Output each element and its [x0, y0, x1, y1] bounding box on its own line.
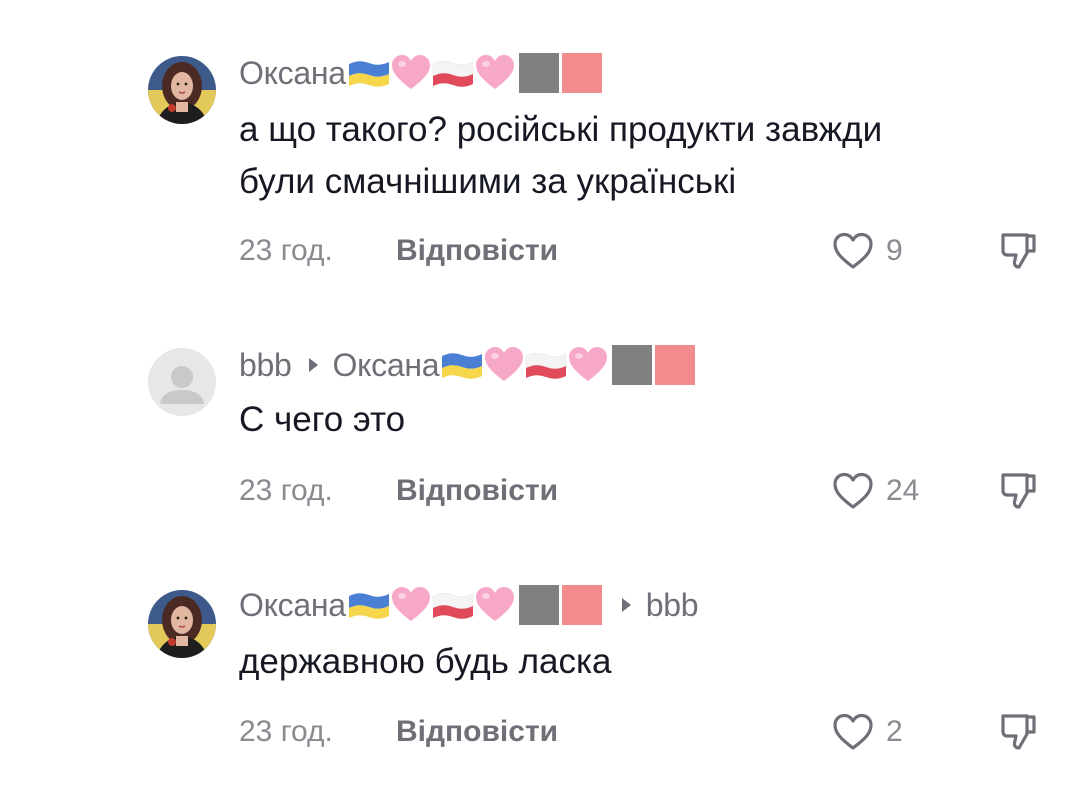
heart-outline-icon: [832, 712, 874, 752]
comment-text-line: а що такого? російські продукти завжди: [239, 110, 883, 149]
avatar[interactable]: [148, 56, 216, 124]
pink-square-icon: [562, 53, 602, 93]
pink-heart-icon: [475, 55, 515, 91]
ukraine-flag-icon: [440, 350, 484, 380]
comment-actions: 23 год. Відповісти 24: [239, 471, 1049, 511]
comment-text: С чего это: [239, 394, 1059, 446]
username[interactable]: Оксана: [239, 55, 346, 92]
default-avatar-icon: [148, 348, 216, 416]
dislike-button[interactable]: [999, 231, 1039, 271]
comment-text: державною будь ласка: [239, 636, 1059, 688]
comment-time: 23 год.: [239, 474, 333, 507]
comment-header: Оксана bbb: [239, 585, 699, 625]
pink-heart-icon: [484, 347, 524, 383]
ukraine-flag-icon: [347, 590, 391, 620]
thumbs-down-outline-icon: [999, 231, 1039, 271]
heart-outline-icon: [832, 471, 874, 511]
avatar[interactable]: [148, 348, 216, 416]
dislike-button[interactable]: [999, 712, 1039, 752]
thumbs-down-outline-icon: [999, 471, 1039, 511]
comment-time: 23 год.: [239, 234, 333, 267]
triangle-right-icon: [621, 598, 631, 612]
ukraine-flag-icon: [347, 58, 391, 88]
reply-button[interactable]: Відповісти: [396, 471, 558, 511]
grey-square-icon: [519, 585, 559, 625]
pink-heart-icon: [475, 587, 515, 623]
like-count: 24: [886, 474, 920, 507]
comment-text-line: державною будь ласка: [239, 642, 612, 681]
dislike-button[interactable]: [999, 471, 1039, 511]
avatar-photo: [148, 590, 216, 658]
username[interactable]: bbb: [239, 347, 292, 384]
grey-square-icon: [519, 53, 559, 93]
pink-heart-icon: [391, 587, 431, 623]
pink-heart-icon: [568, 347, 608, 383]
comment-time: 23 год.: [239, 715, 333, 748]
username-emojis: [347, 53, 602, 93]
like-button[interactable]: 24: [832, 471, 919, 511]
pink-square-icon: [655, 345, 695, 385]
comment-text-line: були смачнішими за українські: [239, 162, 737, 201]
avatar[interactable]: [148, 590, 216, 658]
comment-text-line: С чего это: [239, 400, 406, 439]
like-button[interactable]: 2: [832, 712, 903, 752]
avatar-photo: [148, 56, 216, 124]
comment-header: bbb Оксана: [239, 345, 695, 385]
like-button[interactable]: 9: [832, 231, 903, 271]
triangle-right-icon: [308, 358, 318, 372]
comment-text: а що такого? російські продукти завжди б…: [239, 104, 1059, 208]
reply-to-emojis: [440, 345, 695, 385]
like-count: 2: [886, 715, 903, 748]
reply-to-username[interactable]: bbb: [646, 587, 699, 624]
thumbs-down-outline-icon: [999, 712, 1039, 752]
comment-actions: 23 год. Відповісти 9: [239, 231, 1049, 271]
reply-button[interactable]: Відповісти: [396, 712, 558, 752]
reply-button[interactable]: Відповісти: [396, 231, 558, 271]
username-emojis: [347, 585, 602, 625]
poland-flag-icon: [431, 58, 475, 88]
poland-flag-icon: [524, 350, 568, 380]
pink-square-icon: [562, 585, 602, 625]
heart-outline-icon: [832, 231, 874, 271]
pink-heart-icon: [391, 55, 431, 91]
like-count: 9: [886, 234, 903, 267]
username[interactable]: Оксана: [239, 587, 346, 624]
comment-header: Оксана: [239, 53, 602, 93]
grey-square-icon: [612, 345, 652, 385]
comment-actions: 23 год. Відповісти 2: [239, 712, 1049, 752]
poland-flag-icon: [431, 590, 475, 620]
reply-to-username[interactable]: Оксана: [333, 347, 440, 384]
